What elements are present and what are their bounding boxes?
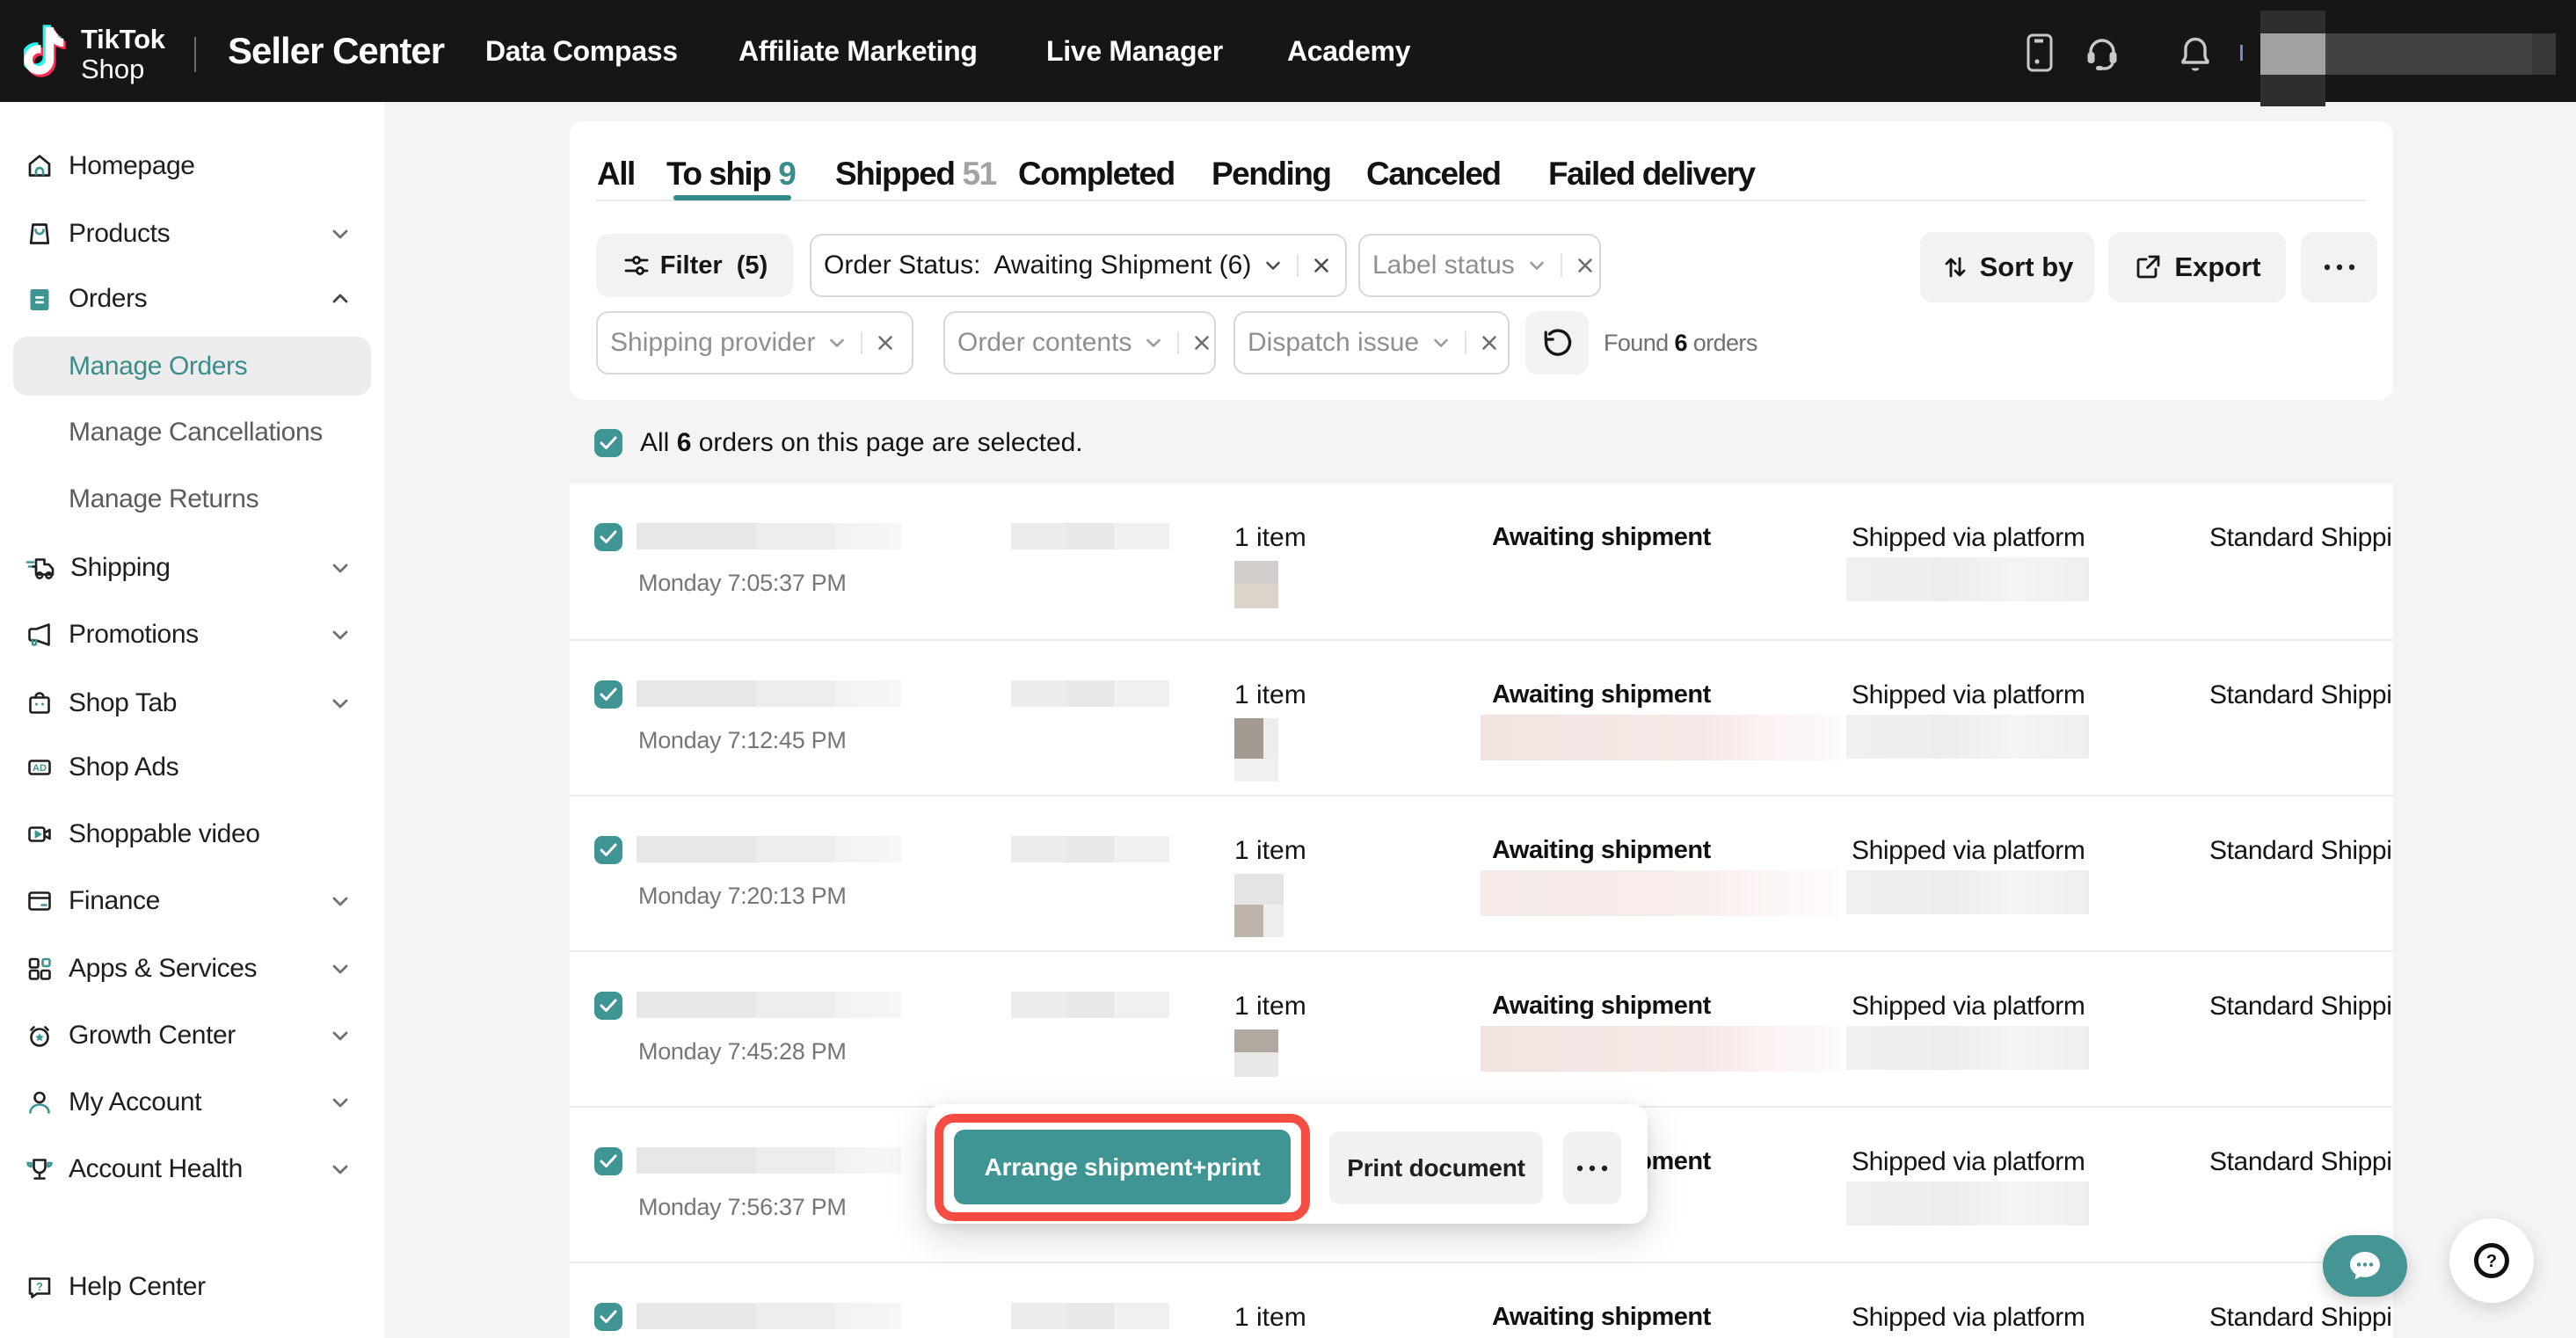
svg-text:?: ? [2486,1252,2497,1271]
svg-text:?: ? [36,1280,43,1293]
svg-text:AD: AD [33,763,47,774]
